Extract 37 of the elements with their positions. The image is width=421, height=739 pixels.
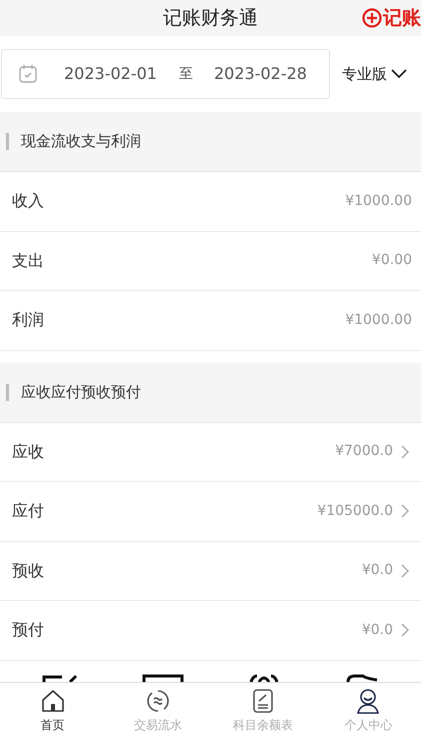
row-label: 支出 — [12, 250, 44, 272]
exchange-icon — [144, 688, 171, 714]
range-separator: 至 — [178, 64, 193, 84]
row-label: 应收 — [12, 440, 44, 463]
chevron-right-icon — [401, 444, 409, 459]
page-title: 记账财务通 — [163, 6, 258, 31]
row-amount: ¥0.0 — [362, 620, 393, 640]
row-amount: ¥105000.0 — [317, 502, 393, 521]
chevron-right-icon — [401, 564, 409, 578]
row-amount: ¥0.00 — [372, 251, 412, 270]
user-icon — [355, 688, 382, 714]
row-amount: ¥1000.00 — [345, 192, 412, 211]
chevron-right-icon — [401, 623, 409, 638]
tab-bar-item[interactable]: 首页 — [0, 683, 106, 739]
add-record-button[interactable]: 记账 — [362, 4, 421, 32]
home-icon — [40, 688, 66, 714]
summary-row[interactable]: 应付 ¥105000.0 — [0, 482, 421, 542]
date-range-field[interactable]: 2023-02-01 至 2023-02-28 — [1, 49, 330, 99]
edition-dropdown[interactable]: 专业版 — [342, 62, 407, 86]
summary-row[interactable]: 预收 ¥0.0 — [0, 542, 421, 601]
calendar-icon — [18, 64, 38, 84]
section-title: 现金流收支与利润 — [21, 131, 141, 152]
row-amount: ¥0.0 — [362, 561, 393, 580]
summary-row[interactable]: 应收 ¥7000.0 — [0, 422, 421, 482]
section-title: 应收应付预收预付 — [21, 382, 141, 403]
start-date: 2023-02-01 — [64, 63, 157, 85]
row-label: 收入 — [12, 190, 44, 212]
row-amount: ¥7000.0 — [335, 442, 393, 462]
chevron-down-icon — [391, 69, 407, 79]
row-label: 利润 — [12, 309, 44, 332]
chevron-right-icon — [401, 504, 409, 518]
row-amount: ¥1000.00 — [345, 310, 412, 330]
row-label: 应付 — [12, 500, 44, 522]
row-label: 预付 — [12, 619, 44, 642]
row-label: 预收 — [12, 560, 44, 582]
end-date: 2023-02-28 — [214, 63, 307, 85]
plus-circle-icon — [362, 8, 382, 28]
